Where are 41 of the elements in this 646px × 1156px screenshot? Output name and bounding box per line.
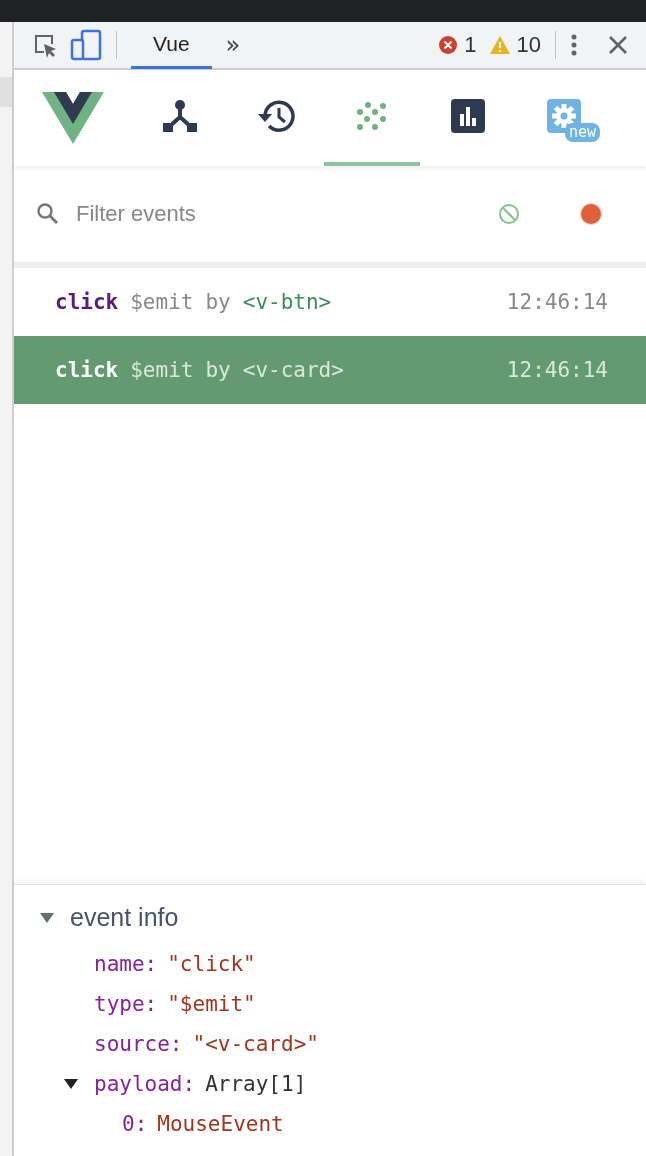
inspect-element-icon[interactable] <box>32 32 58 58</box>
event-by: by <box>205 290 231 314</box>
close-icon[interactable] <box>608 35 628 55</box>
more-tabs-button[interactable]: » <box>223 31 243 59</box>
tree-structure-icon <box>162 99 198 133</box>
property-value: MouseEvent <box>157 1112 284 1136</box>
property-key: source: <box>94 1032 183 1056</box>
event-type: $emit <box>130 358 194 382</box>
property-value: "click" <box>167 952 256 976</box>
warning-icon <box>488 35 511 55</box>
devtools-tab[interactable]: Vue <box>131 21 212 69</box>
event-source: <v-btn> <box>242 290 332 314</box>
vue-logo <box>42 92 104 144</box>
device-toolbar-icon[interactable] <box>70 29 102 61</box>
scrollbar-thumb[interactable] <box>0 77 12 107</box>
event-name: click <box>55 290 119 314</box>
event-source: <v-card> <box>242 358 344 382</box>
property-key: type: <box>94 992 158 1016</box>
more-options-icon[interactable] <box>570 33 578 57</box>
new-badge: new <box>565 123 601 142</box>
warning-count: 10 <box>516 32 541 58</box>
error-count: 1 <box>464 32 477 58</box>
property-value: Array[1] <box>205 1072 307 1096</box>
property-value: "$emit" <box>167 992 256 1016</box>
error-icon <box>438 35 459 55</box>
event-time: 12:46:14 <box>506 290 608 314</box>
event-name: click <box>55 358 119 382</box>
event-row[interactable]: click $emit by <v-btn> 12:46:14 <box>14 268 646 336</box>
bar-chart-icon <box>451 99 485 133</box>
search-icon <box>36 202 60 226</box>
property-value: "<v-card>" <box>192 1032 319 1056</box>
property-key: name: <box>94 952 158 976</box>
event-type: $emit <box>130 290 194 314</box>
dots-icon <box>356 101 388 131</box>
history-icon <box>256 98 296 134</box>
property-key: payload: <box>94 1072 196 1096</box>
section-title[interactable]: event info <box>70 903 179 932</box>
property-key: 0: <box>122 1112 148 1136</box>
collapse-icon[interactable] <box>64 1079 78 1089</box>
event-time: 12:46:14 <box>506 358 608 382</box>
event-by: by <box>205 358 231 382</box>
